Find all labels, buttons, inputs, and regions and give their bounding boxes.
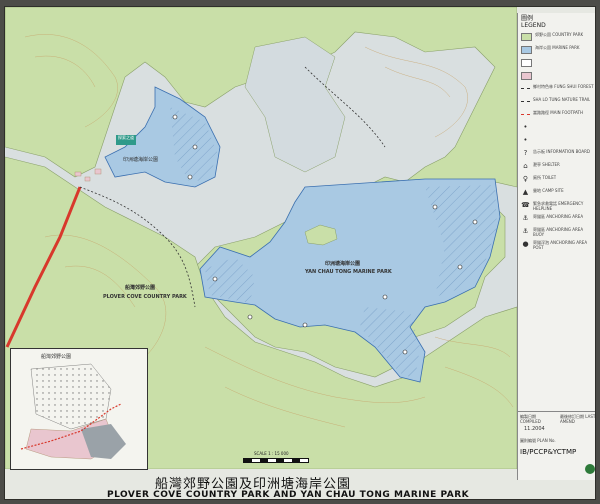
legend-item-label: 寄錨浮泡 ANCHORING AREA POST [533,240,588,250]
plan-label: 圖則編號 PLAN No. [520,438,556,443]
legend-symbol-icon: ? [523,149,528,157]
legend-item: ⌂ 淝亭 SHELTER [518,161,595,174]
legend-swatch-icon [521,46,532,54]
legend-item-label: 緊急求救電話 EMERGENCY HELPLINE [533,201,584,211]
map-board: 探索之道 印洲塘海岸公園 船灣郊野公園 PLOVER COVE COUNTRY … [4,6,596,500]
scale-label: SCALE 1 : 15 000 [254,451,289,456]
legend-line-icon [521,88,530,89]
legend-item-label: 當路路徑 MAIN FOOTPATH [533,110,583,115]
legend-symbol-icon: ⌂ [523,162,528,170]
legend-item: • [518,135,595,148]
legend-line-icon [521,101,530,102]
legend-item-label: 告示板 INFORMATION BOARD [533,149,590,154]
legend-items: 郊野公園 COUNTRY PARK 海岸公園 MARINE PARK 鄉村特色林 F… [518,31,595,252]
marine-label-en: YAN CHAU TONG MARINE PARK [305,269,392,275]
legend-item-label: 海岸公園 MARINE PARK [535,45,580,50]
park-label-en: PLOVER COVE COUNTRY PARK [103,294,187,300]
legend-item-label: 廁所 TOILET [533,175,557,180]
marine-label-north: 印洲塘海岸公園 [123,157,159,163]
legend-item: ⚓ 寄錨區 ANCHORING AREA BUOY [518,226,595,239]
legend-swatch-icon [521,72,532,80]
legend-symbol-icon: ▲ [522,188,529,196]
legend-swatch-icon [521,33,532,41]
legend-item: ♀ 廁所 TOILET [518,174,595,187]
legend-item-label: 寄錨區 ANCHORING AREA [533,214,584,219]
park-label-zh: 船灣郊野公園 [125,285,156,291]
legend-symbol-icon: ● [522,240,529,248]
legend-item: 海岸公園 MARINE PARK [518,44,595,57]
legend-title: 圖例 LEGEND [518,13,595,31]
legend-item: ● 寄錨浮泡 ANCHORING AREA POST [518,239,595,252]
legend-item-label: 淝亭 SHELTER [533,162,560,167]
legend-symbol-icon: ♀ [522,175,529,183]
legend-title-zh: 圖例 [521,15,534,22]
legend-item: ▲ 營地 CAMP SITE [518,187,595,200]
legend-symbol-icon: ⚓ [522,214,529,222]
plan-code: IB/PCCP&YCTMP [520,448,577,456]
legend-item: 鄉村特色林 FUNG SHUI FOREST [518,83,595,96]
legend-swatch-icon [521,59,532,67]
legend-item [518,57,595,70]
legend-item-label: 寄錨區 ANCHORING AREA BUOY [533,227,584,237]
legend-item-label: 營地 CAMP SITE [533,188,564,193]
legend-symbol-icon: ☎ [521,201,530,209]
legend-line-icon [521,114,530,115]
legend-dot-icon: • [523,136,528,144]
legend-panel: 圖例 LEGEND 郊野公園 COUNTRY PARK 海岸公園 MARINE P… [517,13,595,417]
legend-item: SHA LO TUNG NATURE TRAIL [518,96,595,109]
compiled-label: 編製日期 COMPILED [520,414,541,424]
sign-frame: 探索之道 印洲塘海岸公園 船灣郊野公園 PLOVER COVE COUNTRY … [0,0,600,504]
compiled-date: 11.2004 [524,426,545,432]
legend-symbol-icon: ⚓ [522,227,529,235]
map-title-en: PLOVER COVE COUNTRY PARK AND YAN CHAU TO… [107,490,470,500]
afcd-logo [585,464,595,474]
legend-title-en: LEGEND [521,22,546,29]
legend-item: 當路路徑 MAIN FOOTPATH [518,109,595,122]
legend-item: • [518,122,595,135]
legend-item-label: 郊野公園 COUNTRY PARK [535,32,584,37]
legend-item: 郊野公園 COUNTRY PARK [518,31,595,44]
inset-canvas [20,363,126,460]
hiking-trail-sign: 探索之道 [116,135,136,145]
legend-item [518,70,595,83]
legend-item: ⚓ 寄錨區 ANCHORING AREA [518,213,595,226]
legend-item-label: 鄉村特色林 FUNG SHUI FOREST [533,84,594,89]
plan-info-box: 編製日期 COMPILED 最後修訂日期 LAST AMEND 11.2004 … [517,411,596,480]
marine-label-zh: 印洲塘海岸公園 [325,261,361,267]
location-inset-map: 船灣郊野公園 [10,348,148,470]
legend-item: ? 告示板 INFORMATION BOARD [518,148,595,161]
legend-item: ☎ 緊急求救電話 EMERGENCY HELPLINE [518,200,595,213]
amend-label: 最後修訂日期 LAST AMEND [560,414,596,424]
legend-item-label: SHA LO TUNG NATURE TRAIL [533,97,591,102]
scale-bar [243,458,309,463]
legend-dot-icon: • [523,123,528,131]
